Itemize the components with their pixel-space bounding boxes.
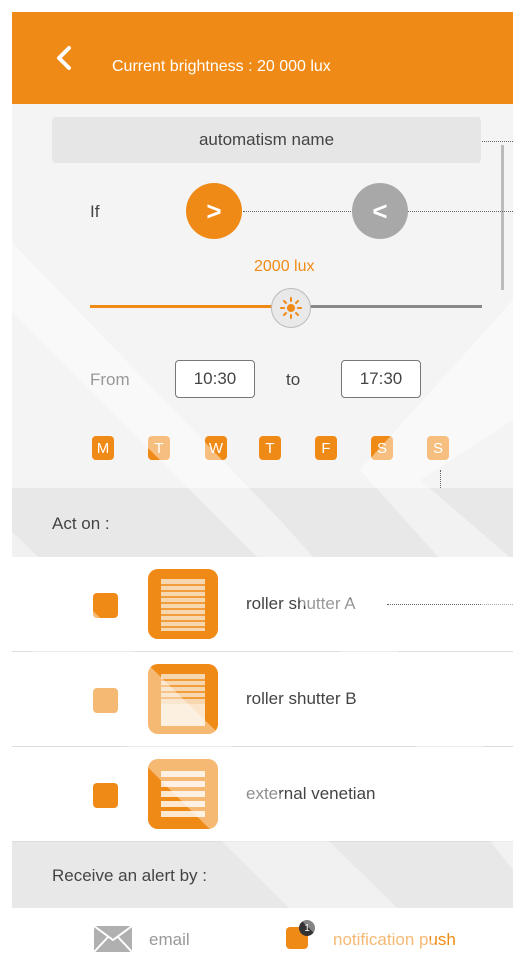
roller-shutter-icon [148, 664, 218, 734]
sun-icon [280, 297, 302, 319]
greater-than-symbol: > [206, 195, 222, 226]
less-than-symbol: < [372, 195, 388, 226]
app-header: Current brightness : 20 000 lux [12, 12, 513, 104]
annotation-line [482, 141, 513, 142]
scrollbar[interactable] [501, 145, 504, 290]
roller-shutter-icon [148, 569, 218, 639]
device-checkbox[interactable] [93, 688, 118, 713]
to-time-input[interactable]: 17:30 [341, 360, 421, 398]
device-row-roller-shutter-b[interactable]: roller shutter B [12, 652, 513, 747]
device-label: roller shutter A [246, 594, 356, 613]
email-option-label[interactable]: email [149, 930, 190, 950]
day-tuesday[interactable]: T [148, 436, 170, 460]
device-row-external-venetian[interactable]: external venetian [12, 747, 513, 842]
venetian-blind-icon [148, 759, 218, 829]
device-label: external venetian [246, 784, 376, 803]
slider-fill [90, 305, 286, 308]
alert-header: Receive an alert by : [12, 842, 513, 908]
back-arrow-icon[interactable] [52, 45, 78, 71]
device-checkbox[interactable] [93, 593, 118, 618]
email-icon[interactable] [93, 925, 133, 953]
greater-than-button[interactable]: > [186, 183, 242, 239]
day-monday[interactable]: M [92, 436, 114, 460]
act-on-header: Act on : [12, 488, 513, 557]
current-brightness-title: Current brightness : 20 000 lux [112, 58, 331, 75]
notification-push-label[interactable]: notification push [333, 930, 456, 950]
threshold-value: 2000 lux [254, 258, 315, 275]
day-friday[interactable]: F [315, 436, 337, 460]
to-label: to [286, 370, 301, 389]
if-label: If [90, 202, 100, 221]
slider-thumb[interactable] [271, 288, 311, 328]
day-wednesday[interactable]: W [205, 436, 227, 460]
from-time-input[interactable]: 10:30 [175, 360, 255, 398]
automatism-name-placeholder: automatism name [198, 130, 335, 149]
notification-badge: 1 [299, 920, 315, 936]
to-time-value: 17:30 [359, 369, 403, 388]
annotation-line [387, 604, 513, 605]
day-saturday[interactable]: S [371, 436, 393, 460]
act-on-title: Act on : [52, 514, 110, 533]
device-checkbox[interactable] [93, 783, 118, 808]
from-label: From [90, 370, 130, 389]
device-row-roller-shutter-a[interactable]: roller shutter A [12, 557, 513, 652]
automatism-name-field[interactable]: automatism name [52, 117, 481, 163]
alert-title: Receive an alert by : [52, 866, 207, 885]
day-thursday[interactable]: T [259, 436, 281, 460]
from-time-value: 10:30 [193, 369, 237, 388]
less-than-button[interactable]: < [352, 183, 408, 239]
alert-options: email 1 notification push [12, 908, 513, 979]
device-label: roller shutter B [246, 689, 357, 708]
day-sunday[interactable]: S [427, 436, 449, 460]
